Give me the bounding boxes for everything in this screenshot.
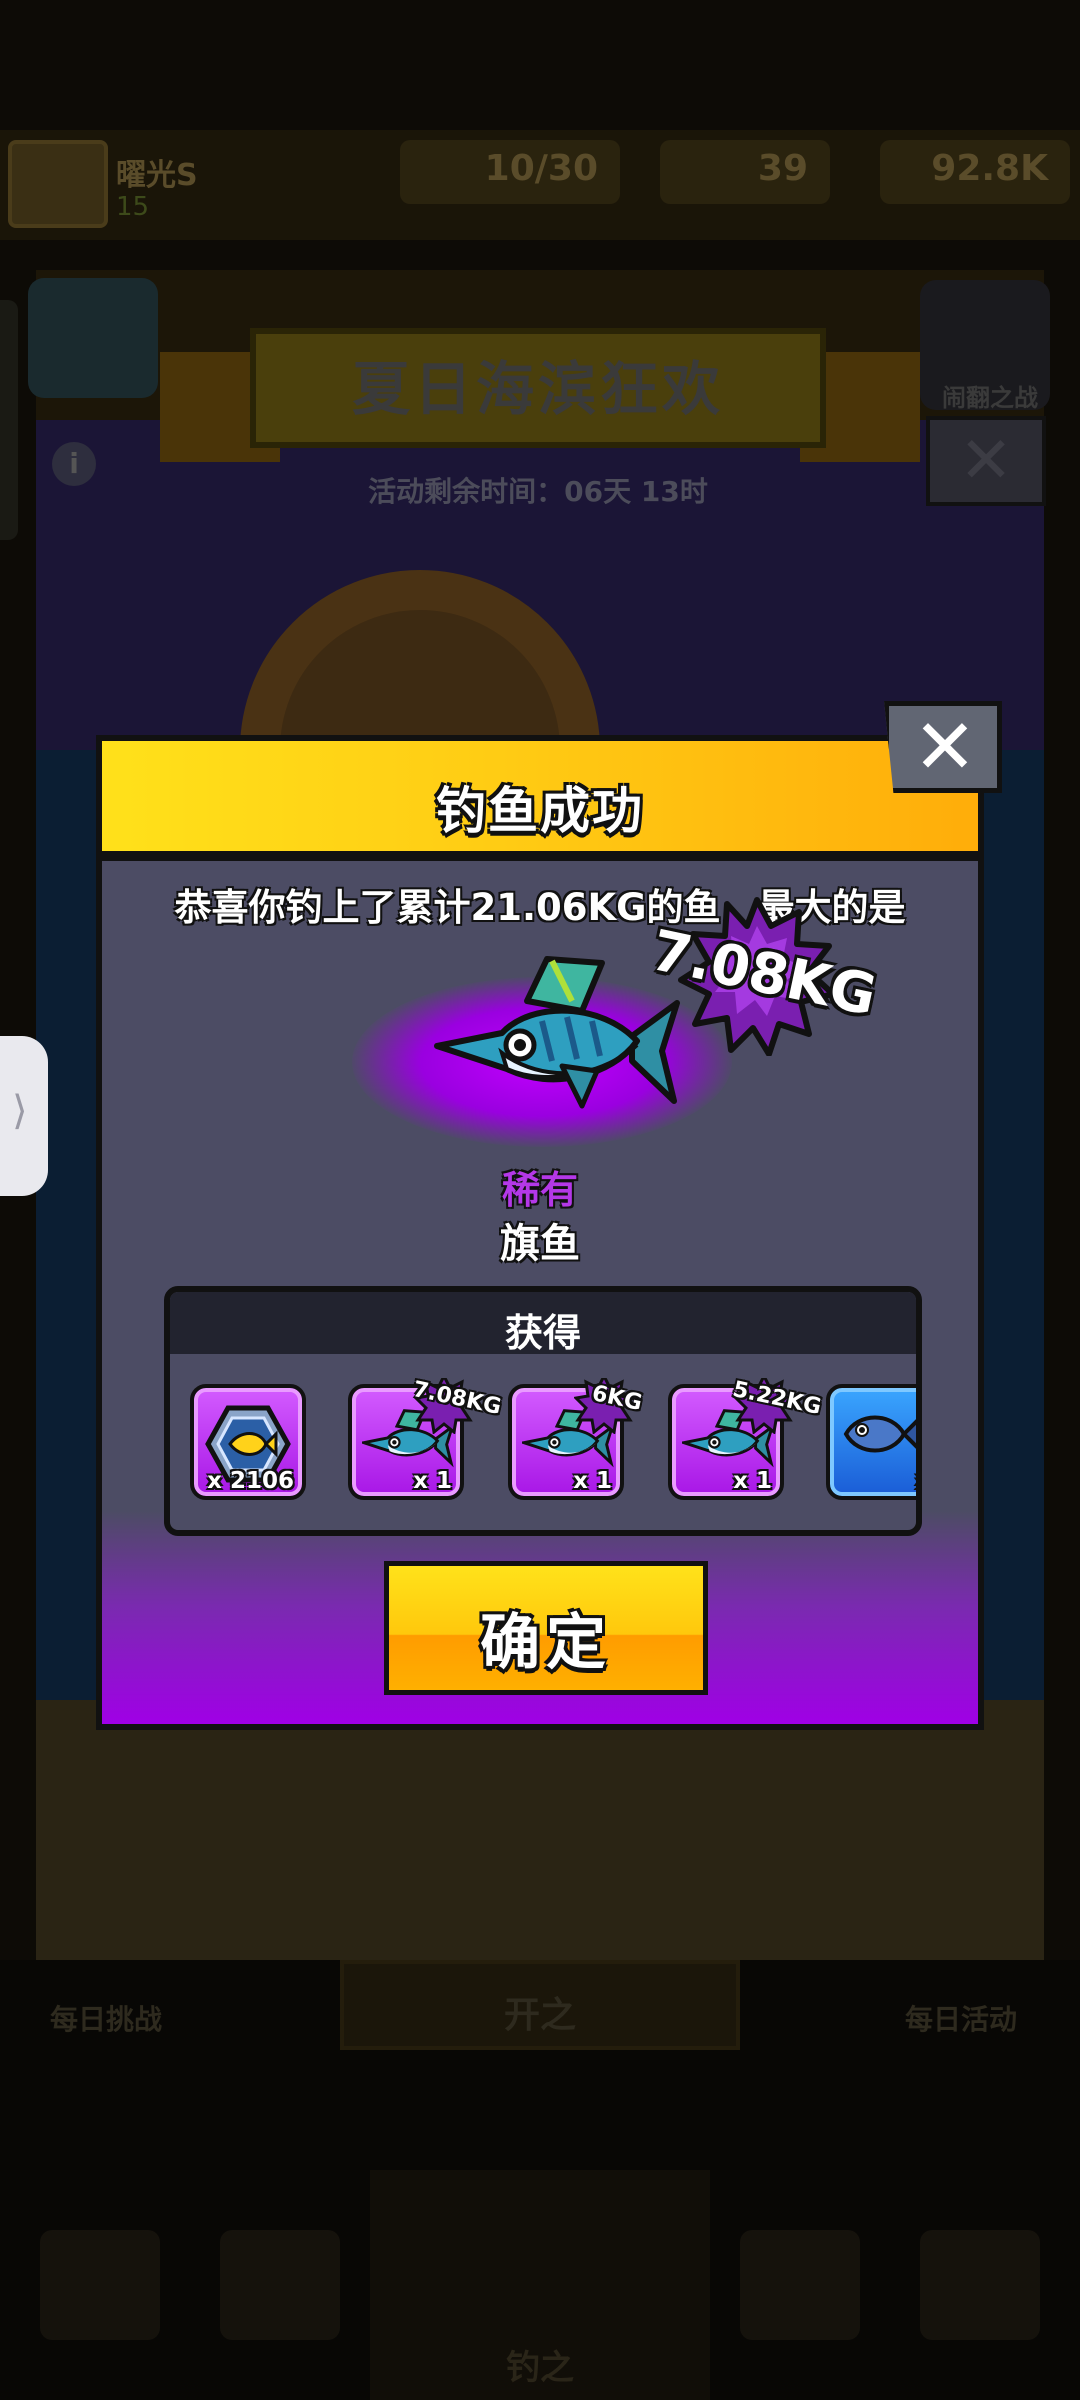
close-icon: ✕ — [959, 424, 1013, 498]
event-sand — [36, 1700, 1044, 1960]
confirm-label: 确定 — [480, 1608, 612, 1678]
reward-item[interactable]: 7.08KG x 1 — [348, 1378, 503, 1500]
reward-item[interactable]: x 2106 — [190, 1384, 306, 1500]
guard-label: 闹翻之战 — [942, 384, 1038, 412]
gem-counter[interactable]: 39 — [660, 140, 830, 204]
reward-quantity: x — [915, 1468, 916, 1494]
close-icon: ✕ — [913, 702, 977, 791]
event-title: 夏日海滨狂欢 — [351, 355, 724, 423]
reward-quantity: x 1 — [733, 1468, 772, 1494]
weight-badge: 7.08KG — [402, 1378, 503, 1434]
event-timer: 活动剩余时间：06天 13时 — [368, 475, 708, 508]
daily-challenge-label[interactable]: 每日挑战 — [50, 1998, 162, 2038]
reward-item[interactable]: 6KG x 1 — [508, 1378, 644, 1500]
menu-button[interactable] — [28, 278, 158, 398]
chevron-right-icon: ⟩ — [12, 1088, 28, 1134]
daily-event-label[interactable]: 每日活动 — [905, 1998, 1017, 2038]
reward-item[interactable]: 1 x — [826, 1384, 916, 1500]
player-name: 曜光S — [116, 158, 198, 193]
start-button[interactable]: 开之 — [340, 1960, 740, 2050]
info-icon[interactable]: i — [52, 442, 96, 486]
side-strip — [0, 300, 18, 540]
dialog-title: 钓鱼成功 — [436, 782, 644, 840]
background-close-button[interactable]: ✕ — [926, 416, 1046, 506]
nav-item-map[interactable] — [920, 2230, 1040, 2340]
reward-item[interactable]: 5.22KG x 1 — [668, 1378, 823, 1500]
rewards-title: 获得 — [504, 1311, 581, 1355]
coin-counter[interactable]: 92.8K — [880, 140, 1070, 204]
player-level: 15 — [116, 192, 150, 222]
reward-quantity: x 1 — [573, 1468, 612, 1494]
nav-item-shop[interactable] — [40, 2230, 160, 2340]
player-avatar[interactable] — [8, 140, 108, 228]
reward-quantity: x 2106 — [207, 1468, 294, 1494]
rewards-list[interactable]: x 2106 7.08KG x 1 6KG x 1 5.22KG x 1 — [190, 1378, 916, 1508]
marlin-icon — [434, 956, 680, 1109]
energy-counter[interactable]: 10/30 — [400, 140, 620, 204]
nav-item-gear[interactable] — [220, 2230, 340, 2340]
nav-item-team[interactable] — [740, 2230, 860, 2340]
nav-item-fishing[interactable]: 钓之 — [370, 2170, 710, 2400]
rarity-label: 稀有 — [501, 1168, 578, 1212]
reward-quantity: x 1 — [413, 1468, 452, 1494]
rewards-header: 获得 — [170, 1292, 916, 1355]
close-button[interactable]: ✕ — [884, 701, 1002, 793]
rewards-panel: 获得 x 2106 7.08KG x 1 6KG x 1 5.22KG x 1 — [164, 1286, 922, 1536]
weight-badge: 5.22KG — [722, 1378, 823, 1434]
weight-badge: 6KG — [562, 1378, 646, 1434]
weight-badge: 1 — [880, 1378, 916, 1434]
catch-success-dialog: 钓鱼成功 ✕ 恭喜你钓上了累计21.06KG的鱼，最大的是 7.08KG 稀有 … — [96, 701, 1002, 1730]
confirm-button[interactable]: 确定 — [384, 1561, 708, 1695]
fish-name: 旗鱼 — [500, 1221, 580, 1267]
side-drawer-handle[interactable]: ⟩ — [0, 1036, 48, 1196]
congrats-text: 恭喜你钓上了累计21.06KG的鱼，最大的是 — [174, 886, 906, 929]
